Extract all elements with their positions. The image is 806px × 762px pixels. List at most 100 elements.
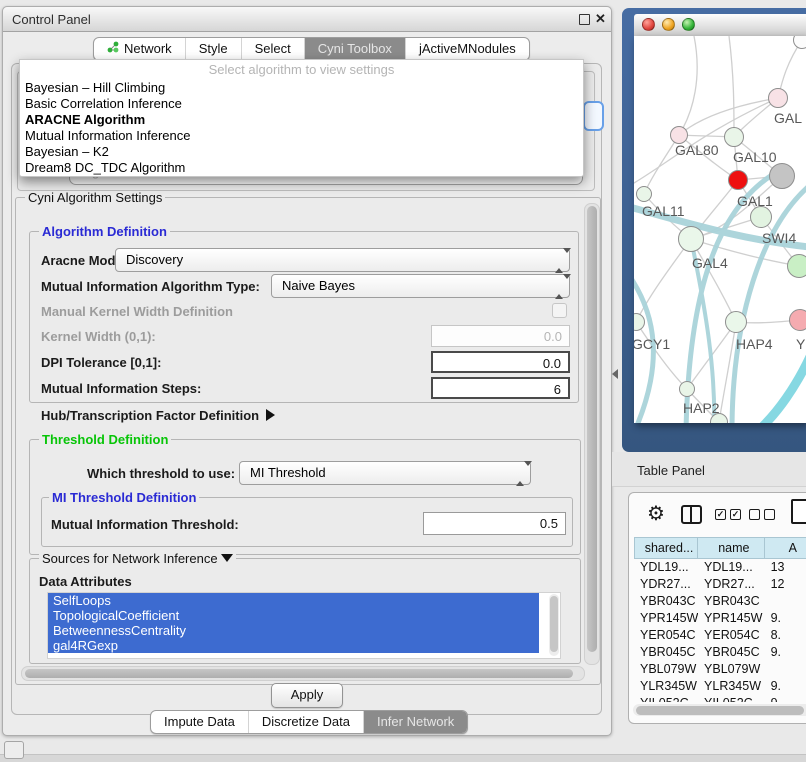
control-panel-tabbar: Network Style Select Cyni Toolbox jActiv…: [93, 37, 530, 61]
table-cell[interactable]: YDR27...: [698, 576, 765, 593]
table-cell[interactable]: YBR045C: [634, 644, 698, 661]
network-node[interactable]: [769, 163, 795, 189]
table-cell[interactable]: YDL19...: [698, 559, 765, 576]
table-cell[interactable]: 9.: [765, 644, 806, 661]
deselect-all-checkboxes-icon[interactable]: [749, 509, 775, 520]
tab-impute-data[interactable]: Impute Data: [151, 711, 248, 733]
control-panel-titlebar[interactable]: Control Panel ✕: [3, 7, 611, 32]
attributes-list-scrollbar[interactable]: [549, 594, 559, 656]
tab-select[interactable]: Select: [241, 38, 304, 60]
table-row[interactable]: YPR145WYPR145W9.: [634, 610, 806, 627]
table-horizontal-scrollbar[interactable]: [633, 704, 806, 716]
table-cell[interactable]: YBL079W: [698, 661, 765, 678]
aracne-mode-combobox[interactable]: Discovery: [115, 248, 570, 272]
table-cell[interactable]: 9.: [765, 610, 806, 627]
table-cell[interactable]: YLR345W: [698, 678, 765, 695]
algorithm-option-bayesian-k2[interactable]: Bayesian – K2: [20, 144, 583, 160]
network-node-swi4[interactable]: [750, 206, 772, 228]
network-node-gal4[interactable]: [678, 226, 704, 252]
close-icon[interactable]: ✕: [595, 11, 606, 27]
table-cell[interactable]: YPR145W: [698, 610, 765, 627]
table-cell[interactable]: YBR045C: [698, 644, 765, 661]
network-canvas[interactable]: GALGAL80GAL10GAL1GAL11SWI4GAL4GCY1HAP4YH…: [634, 36, 806, 423]
table-cell[interactable]: YIL052C: [698, 695, 765, 702]
kernel-width-input[interactable]: 0.0: [431, 325, 570, 347]
table-cell[interactable]: 9.: [765, 678, 806, 695]
minimized-panel-icon[interactable]: [4, 741, 24, 759]
window-close-button[interactable]: [642, 18, 655, 31]
table-cell[interactable]: 12: [765, 576, 806, 593]
mi-steps-input[interactable]: 6: [431, 377, 570, 399]
algorithm-option-aracne[interactable]: ARACNE Algorithm: [20, 112, 583, 128]
algorithm-option-dream8[interactable]: Dream8 DC_TDC Algorithm: [20, 160, 583, 176]
columns-icon[interactable]: [681, 505, 702, 524]
attribute-item-gal4rgexp[interactable]: gal4RGexp: [48, 638, 539, 653]
which-threshold-combobox[interactable]: MI Threshold: [239, 461, 531, 485]
table-row[interactable]: YBR043CYBR043C: [634, 593, 806, 610]
algorithm-option-bayesian-hill-climbing[interactable]: Bayesian – Hill Climbing: [20, 80, 583, 96]
table-cell[interactable]: YBR043C: [634, 593, 698, 610]
column-header-shared-name[interactable]: shared...: [634, 537, 698, 559]
table-row[interactable]: YER054CYER054C8.: [634, 627, 806, 644]
hub-definition-toggle[interactable]: Hub/Transcription Factor Definition: [41, 408, 275, 423]
network-node-gal10[interactable]: [724, 127, 744, 147]
table-cell[interactable]: YDR27...: [634, 576, 698, 593]
file-icon[interactable]: [791, 499, 806, 524]
tab-infer-network[interactable]: Infer Network: [363, 711, 467, 733]
table-cell[interactable]: YER054C: [634, 627, 698, 644]
table-cell[interactable]: 8.: [765, 627, 806, 644]
tab-cyni-toolbox[interactable]: Cyni Toolbox: [304, 38, 405, 60]
table-row[interactable]: YBR045CYBR045C9.: [634, 644, 806, 661]
table-cell[interactable]: [765, 661, 806, 678]
attribute-item-topologicalcoefficient[interactable]: TopologicalCoefficient: [48, 608, 539, 623]
manual-kernel-width-checkbox[interactable]: [552, 303, 567, 318]
attribute-item-selfloops[interactable]: SelfLoops: [48, 593, 539, 608]
table-cell[interactable]: YLR345W: [634, 678, 698, 695]
algorithm-option-mutual-information[interactable]: Mutual Information Inference: [20, 128, 583, 144]
table-cell[interactable]: YBL079W: [634, 661, 698, 678]
dpi-tolerance-input[interactable]: 0.0: [431, 351, 570, 373]
window-zoom-button[interactable]: [682, 18, 695, 31]
network-node-gal1[interactable]: [728, 170, 748, 190]
column-header-name[interactable]: name: [698, 537, 764, 559]
table-cell[interactable]: YER054C: [698, 627, 765, 644]
network-window-titlebar[interactable]: [634, 14, 806, 37]
table-cell[interactable]: YIL052C: [634, 695, 698, 702]
column-header-partial[interactable]: A: [765, 537, 806, 559]
table-row[interactable]: YDR27...YDR27...12: [634, 576, 806, 593]
tab-style[interactable]: Style: [185, 38, 241, 60]
table-row[interactable]: YIL052CYIL052C9: [634, 695, 806, 702]
table-row[interactable]: YDL19...YDL19...13: [634, 559, 806, 576]
algorithm-combobox-focus-fragment[interactable]: [583, 101, 604, 131]
network-node[interactable]: [787, 254, 806, 278]
attribute-item-betweennesscentrality[interactable]: BetweennessCentrality: [48, 623, 539, 638]
network-node-hap2[interactable]: [679, 381, 695, 397]
table-cell[interactable]: [765, 593, 806, 610]
select-all-checkboxes-icon[interactable]: ✓✓: [715, 509, 741, 520]
panel-splitter-arrow-icon[interactable]: [612, 369, 618, 379]
settings-horizontal-scrollbar[interactable]: [21, 666, 585, 681]
network-node-gal[interactable]: [768, 88, 788, 108]
network-node-gal11[interactable]: [636, 186, 652, 202]
table-cell[interactable]: YBR043C: [698, 593, 765, 610]
tab-jactivemnodules[interactable]: jActiveMNodules: [405, 38, 529, 60]
tab-network[interactable]: Network: [94, 38, 185, 60]
table-row[interactable]: YBL079WYBL079W: [634, 661, 806, 678]
apply-button[interactable]: Apply: [271, 683, 343, 708]
table-row[interactable]: YLR345WYLR345W9.: [634, 678, 806, 695]
algorithm-option-basic-correlation[interactable]: Basic Correlation Inference: [20, 96, 583, 112]
network-node-y[interactable]: [789, 309, 806, 331]
table-cell[interactable]: YPR145W: [634, 610, 698, 627]
sources-legend[interactable]: Sources for Network Inference: [39, 552, 236, 566]
settings-vertical-scrollbar[interactable]: [584, 203, 600, 665]
mi-threshold-input[interactable]: 0.5: [423, 512, 566, 535]
float-window-icon[interactable]: [579, 14, 590, 25]
mi-algorithm-type-combobox[interactable]: Naive Bayes: [271, 274, 570, 298]
window-minimize-button[interactable]: [662, 18, 675, 31]
table-cell[interactable]: YDL19...: [634, 559, 698, 576]
gear-icon[interactable]: ⚙: [647, 501, 665, 526]
tab-discretize-data[interactable]: Discretize Data: [248, 711, 363, 733]
table-cell[interactable]: 13: [765, 559, 806, 576]
network-node-hap4[interactable]: [725, 311, 747, 333]
table-cell[interactable]: 9: [765, 695, 806, 702]
